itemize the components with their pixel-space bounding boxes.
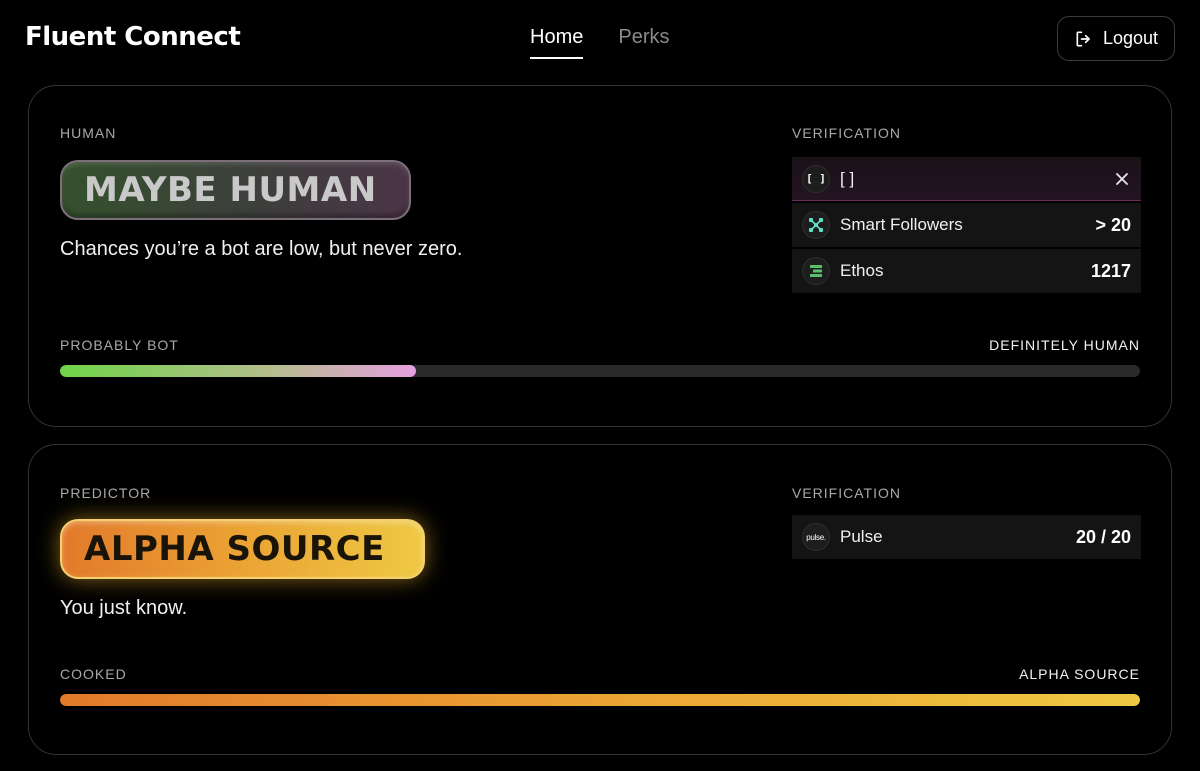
human-card: HUMAN MAYBE HUMAN Chances you’re a bot a… <box>28 85 1172 427</box>
tab-perks[interactable]: Perks <box>618 26 669 59</box>
main-nav: Home Perks <box>530 26 669 59</box>
ethos-icon <box>802 257 830 285</box>
human-score-track <box>60 365 1140 377</box>
predictor-section-label: PREDICTOR <box>60 485 152 501</box>
predictor-verification-label: VERIFICATION <box>792 485 901 501</box>
pulse-icon: pulse. <box>802 523 830 551</box>
verification-row-ethos[interactable]: Ethos 1217 <box>792 249 1141 293</box>
verification-value: 1217 <box>1090 260 1131 281</box>
verification-name: Ethos <box>840 261 884 280</box>
human-score-fill <box>60 365 417 377</box>
scale-label-right: ALPHA SOURCE <box>1019 666 1140 682</box>
scale-label-left: PROBABLY BOT <box>60 337 179 353</box>
predictor-score-fill <box>60 694 1140 706</box>
bracket-icon: [ ] <box>802 164 830 193</box>
verification-name: [ ] <box>840 168 855 188</box>
verification-row-smart-followers[interactable]: Smart Followers > 20 <box>792 203 1141 247</box>
scale-label-right: DEFINITELY HUMAN <box>989 337 1140 353</box>
verification-row-bracket[interactable]: [ ] [ ] <box>792 157 1141 201</box>
tab-home[interactable]: Home <box>530 26 584 59</box>
human-status-badge: MAYBE HUMAN <box>60 160 411 220</box>
app-brand: Fluent Connect <box>25 22 241 52</box>
human-tagline: Chances you’re a bot are low, but never … <box>60 238 463 260</box>
logout-button[interactable]: Logout <box>1057 16 1175 61</box>
predictor-tagline: You just know. <box>60 597 188 619</box>
verification-name: Pulse <box>840 527 883 546</box>
verification-value: 20 / 20 <box>1075 526 1131 547</box>
predictor-score-track <box>60 694 1140 706</box>
logout-label: Logout <box>1102 28 1159 48</box>
predictor-status-badge: ALPHA SOURCE <box>60 519 425 579</box>
smart-followers-icon <box>802 211 830 239</box>
human-section-label: HUMAN <box>60 125 117 141</box>
human-verification-label: VERIFICATION <box>792 125 901 141</box>
close-icon[interactable] <box>1111 168 1133 190</box>
verification-row-pulse[interactable]: pulse. Pulse 20 / 20 <box>792 515 1141 559</box>
predictor-card: PREDICTOR ALPHA SOURCE You just know. VE… <box>28 444 1172 755</box>
scale-label-left: COOKED <box>60 666 127 682</box>
human-verification-list: [ ] [ ] Smart Followers > 20 Ethos 1217 <box>792 157 1141 295</box>
verification-value: > 20 <box>1095 214 1131 235</box>
logout-icon <box>1076 31 1090 47</box>
verification-name: Smart Followers <box>840 215 963 234</box>
predictor-verification-list: pulse. Pulse 20 / 20 <box>792 515 1141 561</box>
